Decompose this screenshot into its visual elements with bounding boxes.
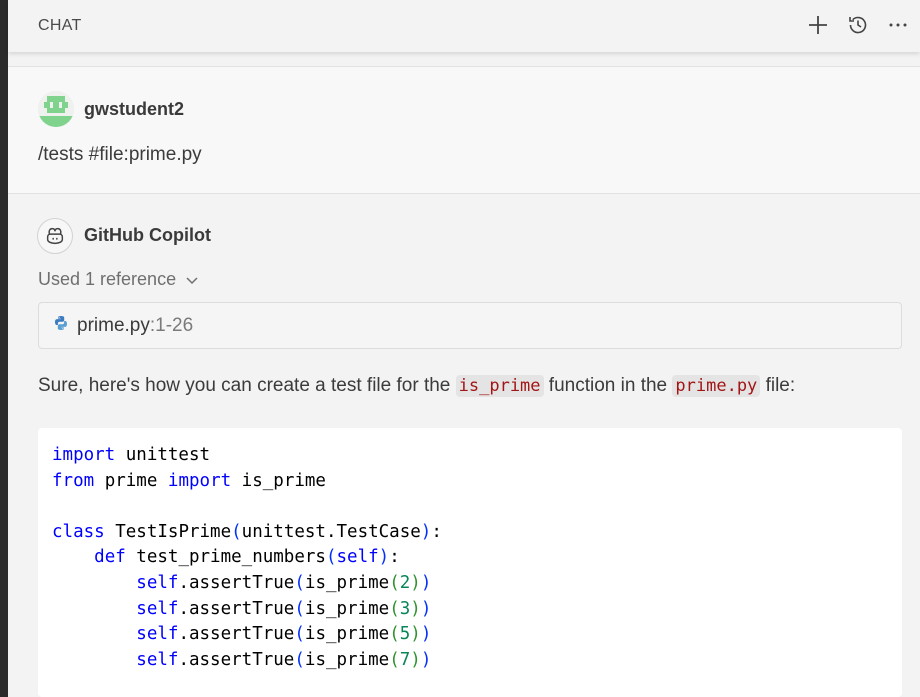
- left-edge-strip: [0, 0, 8, 697]
- code-line: self.assertTrue(is_prime(2)): [136, 572, 432, 593]
- code-line: def test_prime_numbers(self):: [94, 547, 400, 568]
- inline-code-function: is_prime: [455, 375, 544, 397]
- user-message-text: /tests #file:prime.py: [38, 144, 202, 165]
- chat-header: CHAT: [8, 0, 920, 52]
- chevron-down-icon: [186, 276, 198, 284]
- reference-range: :1-26: [149, 314, 194, 336]
- answer-text: Sure, here's how you can create a test f…: [38, 375, 795, 397]
- code-line: self.assertTrue(is_prime(3)): [136, 598, 432, 619]
- reference-item[interactable]: prime.py:1-26: [38, 302, 902, 349]
- answer-before: Sure, here's how you can create a test f…: [38, 375, 456, 396]
- code-line: self.assertTrue(is_prime(5)): [136, 624, 432, 645]
- used-references-label: Used 1 reference: [38, 269, 177, 289]
- chat-title: CHAT: [38, 17, 82, 34]
- avatar: [38, 91, 74, 127]
- more-icon[interactable]: [886, 13, 910, 37]
- assistant-name: GitHub Copilot: [84, 225, 211, 245]
- plus-icon[interactable]: [806, 13, 830, 37]
- code-line: self.assertTrue(is_prime(7)): [136, 649, 432, 670]
- python-file-icon: [53, 315, 69, 336]
- inline-code-file: prime.py: [672, 375, 761, 397]
- reference-file-link[interactable]: prime.py:1-26: [77, 315, 193, 337]
- answer-after: file:: [760, 375, 796, 396]
- used-references-toggle[interactable]: Used 1 reference: [38, 269, 200, 290]
- code-block[interactable]: import unittest from prime import is_pri…: [38, 428, 902, 697]
- answer-middle: function in the: [543, 375, 673, 396]
- reference-file: prime.py: [77, 314, 150, 336]
- user-message: gwstudent2 /tests #file:prime.py: [8, 66, 920, 194]
- copilot-icon: [37, 218, 73, 254]
- code-line: from prime import is_prime: [52, 470, 326, 491]
- history-icon[interactable]: [846, 13, 870, 37]
- code-line: import unittest: [52, 445, 211, 465]
- username: gwstudent2: [84, 99, 185, 119]
- code-line: class TestIsPrime(unittest.TestCase):: [52, 521, 442, 542]
